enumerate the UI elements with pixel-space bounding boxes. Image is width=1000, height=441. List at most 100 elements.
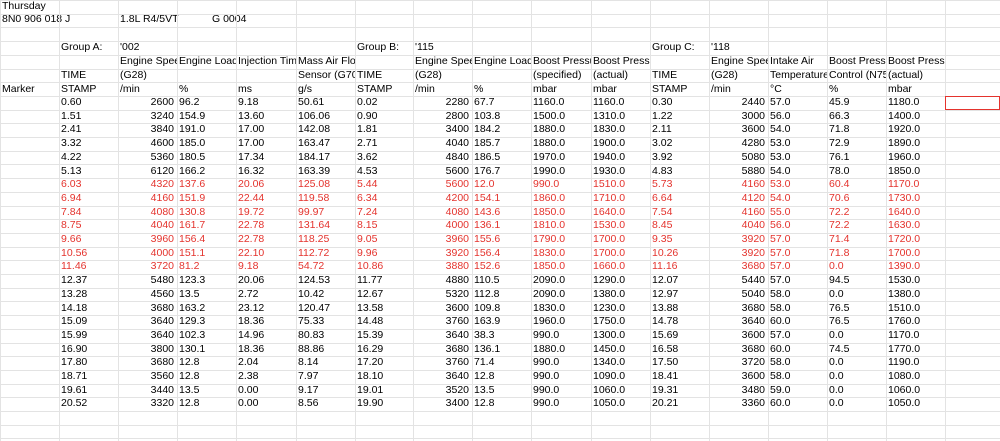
data-cell[interactable]: 1160.0: [531, 96, 591, 109]
header-cell[interactable]: /min: [709, 83, 768, 96]
data-cell[interactable]: 16.32: [236, 165, 296, 178]
data-cell[interactable]: 5080: [709, 151, 768, 164]
header-cell[interactable]: [236, 69, 296, 82]
data-cell[interactable]: 13.60: [236, 110, 296, 123]
data-cell[interactable]: 58.0: [768, 302, 827, 315]
data-cell[interactable]: 14.48: [355, 315, 413, 328]
data-cell[interactable]: 191.0: [177, 123, 236, 136]
data-cell[interactable]: 3880: [413, 260, 472, 273]
data-cell[interactable]: 4000: [413, 219, 472, 232]
header-cell[interactable]: %: [177, 83, 236, 96]
data-cell[interactable]: 22.78: [236, 233, 296, 246]
data-cell[interactable]: 123.3: [177, 274, 236, 287]
data-cell[interactable]: 11.16: [650, 260, 709, 273]
data-cell[interactable]: 1530.0: [591, 219, 650, 232]
data-cell[interactable]: 72.2: [827, 219, 886, 232]
data-cell[interactable]: 60.0: [768, 397, 827, 410]
data-cell[interactable]: 4160: [709, 206, 768, 219]
data-cell[interactable]: 15.69: [650, 329, 709, 342]
header-cell[interactable]: [650, 55, 709, 68]
data-cell[interactable]: 1530.0: [886, 274, 945, 287]
data-cell[interactable]: 5360: [118, 151, 177, 164]
data-cell[interactable]: 1060.0: [886, 384, 945, 397]
header-cell[interactable]: TIME: [355, 69, 413, 82]
data-cell[interactable]: 1770.0: [886, 343, 945, 356]
data-cell[interactable]: 12.8: [177, 370, 236, 383]
data-cell[interactable]: 184.2: [472, 123, 531, 136]
data-cell[interactable]: 60.0: [768, 343, 827, 356]
data-cell[interactable]: 186.5: [472, 151, 531, 164]
data-cell[interactable]: 57.0: [768, 233, 827, 246]
data-cell[interactable]: 14.18: [59, 302, 118, 315]
header-cell[interactable]: Boost Pressure: [531, 55, 591, 68]
cell-day[interactable]: Thursday: [0, 0, 120, 13]
data-cell[interactable]: 1640.0: [591, 206, 650, 219]
data-cell[interactable]: 22.44: [236, 192, 296, 205]
data-cell[interactable]: 1400.0: [886, 110, 945, 123]
data-cell[interactable]: 22.10: [236, 247, 296, 260]
data-cell[interactable]: 6.94: [59, 192, 118, 205]
data-cell[interactable]: 0.30: [650, 96, 709, 109]
data-cell[interactable]: 125.08: [296, 178, 355, 191]
data-cell[interactable]: 17.34: [236, 151, 296, 164]
data-cell[interactable]: 53.0: [768, 137, 827, 150]
data-cell[interactable]: 0.0: [827, 397, 886, 410]
data-cell[interactable]: 5040: [709, 288, 768, 301]
data-cell[interactable]: 5440: [709, 274, 768, 287]
header-cell[interactable]: Sensor (G70): [296, 69, 355, 82]
data-cell[interactable]: 3920: [709, 247, 768, 260]
data-cell[interactable]: 56.0: [768, 219, 827, 232]
data-cell[interactable]: 17.20: [355, 356, 413, 369]
data-cell[interactable]: 18.41: [650, 370, 709, 383]
data-cell[interactable]: 17.00: [236, 123, 296, 136]
data-cell[interactable]: 2.04: [236, 356, 296, 369]
data-cell[interactable]: 11.77: [355, 274, 413, 287]
data-cell[interactable]: 10.56: [59, 247, 118, 260]
data-cell[interactable]: 103.8: [472, 110, 531, 123]
data-cell[interactable]: 20.52: [59, 397, 118, 410]
data-cell[interactable]: 10.86: [355, 260, 413, 273]
data-cell[interactable]: 0.0: [827, 384, 886, 397]
data-cell[interactable]: 3960: [118, 233, 177, 246]
header-cell[interactable]: Temperature: [768, 69, 827, 82]
data-cell[interactable]: 99.97: [296, 206, 355, 219]
data-cell[interactable]: 3560: [118, 370, 177, 383]
data-cell[interactable]: 1340.0: [591, 356, 650, 369]
data-cell[interactable]: 3680: [118, 302, 177, 315]
data-cell[interactable]: 13.58: [355, 302, 413, 315]
data-cell[interactable]: 8.15: [355, 219, 413, 232]
data-cell[interactable]: 1390.0: [886, 260, 945, 273]
data-cell[interactable]: 4.53: [355, 165, 413, 178]
data-cell[interactable]: 19.72: [236, 206, 296, 219]
header-cell[interactable]: Engine Load: [472, 55, 531, 68]
data-cell[interactable]: 4000: [118, 247, 177, 260]
data-cell[interactable]: 161.7: [177, 219, 236, 232]
header-cell[interactable]: Engine Speed: [709, 55, 768, 68]
data-cell[interactable]: 9.05: [355, 233, 413, 246]
data-cell[interactable]: 2280: [413, 96, 472, 109]
data-cell[interactable]: 1.51: [59, 110, 118, 123]
data-cell[interactable]: 1050.0: [886, 397, 945, 410]
data-cell[interactable]: 1860.0: [531, 192, 591, 205]
data-cell[interactable]: 3760: [413, 356, 472, 369]
cell-group-a-id[interactable]: '002: [118, 41, 176, 54]
data-cell[interactable]: 1170.0: [886, 329, 945, 342]
data-cell[interactable]: 9.66: [59, 233, 118, 246]
data-cell[interactable]: 23.12: [236, 302, 296, 315]
data-cell[interactable]: 58.0: [768, 288, 827, 301]
data-cell[interactable]: 13.5: [472, 384, 531, 397]
data-cell[interactable]: 76.5: [827, 302, 886, 315]
data-cell[interactable]: 66.3: [827, 110, 886, 123]
data-cell[interactable]: 72.2: [827, 206, 886, 219]
data-cell[interactable]: 3720: [709, 356, 768, 369]
data-cell[interactable]: 4040: [118, 219, 177, 232]
data-cell[interactable]: 1080.0: [886, 370, 945, 383]
data-cell[interactable]: 106.06: [296, 110, 355, 123]
data-cell[interactable]: 54.0: [768, 123, 827, 136]
header-cell[interactable]: mbar: [591, 83, 650, 96]
data-cell[interactable]: 3440: [118, 384, 177, 397]
data-cell[interactable]: 81.2: [177, 260, 236, 273]
data-cell[interactable]: 4600: [118, 137, 177, 150]
data-cell[interactable]: 9.18: [236, 260, 296, 273]
header-cell[interactable]: %: [827, 83, 886, 96]
